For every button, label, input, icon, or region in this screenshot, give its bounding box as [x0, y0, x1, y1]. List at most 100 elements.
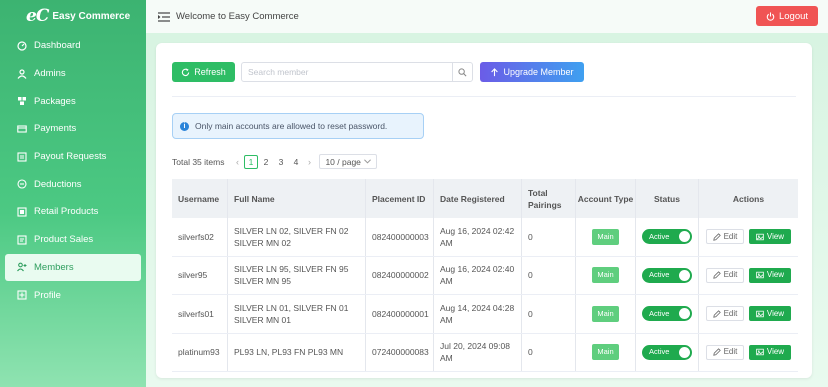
page-3[interactable]: 3 — [274, 155, 288, 169]
search-input[interactable] — [242, 63, 452, 81]
edit-icon — [712, 309, 721, 318]
next-page-icon[interactable]: › — [303, 157, 315, 167]
sidebar-item-deductions[interactable]: Deductions — [0, 170, 146, 198]
col-username: Username — [178, 193, 220, 204]
table-row: silverfs01 SILVER LN 01, SILVER FN 01 SI… — [172, 295, 798, 334]
view-icon — [756, 272, 764, 279]
col-status: Status — [635, 179, 698, 218]
edit-icon — [712, 232, 721, 241]
view-label: View — [766, 231, 785, 241]
edit-button[interactable]: Edit — [706, 267, 744, 283]
minus-circle-icon — [17, 179, 27, 189]
pagination: Total 35 items ‹ 1 2 3 4 › 10 / page — [172, 154, 378, 169]
refresh-label: Refresh — [194, 67, 226, 77]
retail-icon — [17, 207, 27, 217]
gauge-icon — [17, 41, 27, 51]
sales-icon — [17, 235, 27, 245]
cell-account-type: Main — [575, 256, 635, 294]
sidebar-item-product-sales[interactable]: Product Sales — [0, 226, 146, 254]
logout-button[interactable]: Logout — [756, 6, 818, 26]
edit-button[interactable]: Edit — [706, 306, 744, 322]
total-items: Total 35 items — [172, 156, 225, 167]
cell-actions: Edit View — [698, 295, 798, 333]
payment-card-icon — [17, 124, 27, 134]
view-button[interactable]: View — [749, 229, 791, 245]
status-label: Active — [649, 231, 670, 241]
view-icon — [756, 233, 764, 240]
search-box — [241, 62, 473, 82]
sidebar-item-payout-requests[interactable]: Payout Requests — [0, 143, 146, 171]
cell-full-name: SILVER LN 95, SILVER FN 95 SILVER MN 95 — [227, 256, 365, 294]
logout-label: Logout — [778, 10, 809, 22]
upgrade-member-button[interactable]: Upgrade Member — [480, 62, 584, 82]
brand-name: Easy Commerce — [52, 10, 131, 22]
cell-total-pairings: 0 — [521, 295, 575, 333]
page-size-select[interactable]: 10 / page — [319, 154, 378, 169]
cell-placement-id: 082400000002 — [365, 256, 433, 294]
cell-total-pairings: 0 — [521, 333, 575, 371]
status-label: Active — [649, 270, 670, 280]
sidebar-item-payments[interactable]: Payments — [0, 115, 146, 143]
sidebar-item-packages[interactable]: Packages — [0, 87, 146, 115]
menu-toggle-icon[interactable] — [158, 11, 170, 22]
toggle-knob — [679, 346, 690, 358]
cell-placement-id: 082400000001 — [365, 295, 433, 333]
cell-account-type: Main — [575, 295, 635, 333]
status-toggle[interactable]: Active — [642, 229, 692, 245]
refresh-button[interactable]: Refresh — [172, 62, 235, 82]
cell-full-name: SILVER LN 01, SILVER FN 01 SILVER MN 01 — [227, 295, 365, 333]
page-1[interactable]: 1 — [243, 154, 258, 169]
cell-status: Active — [635, 295, 698, 333]
view-label: View — [766, 270, 785, 280]
refresh-icon — [182, 67, 190, 76]
cell-total-pairings: 0 — [521, 218, 575, 256]
cell-actions: Edit View — [698, 218, 798, 256]
status-toggle[interactable]: Active — [642, 344, 692, 360]
welcome-text: Welcome to Easy Commerce — [176, 11, 299, 22]
members-table: Username Full Name Placement ID Date Reg… — [172, 179, 798, 372]
toggle-knob — [679, 308, 690, 320]
cell-account-type: Main — [575, 333, 635, 371]
edit-label: Edit — [723, 308, 738, 318]
view-button[interactable]: View — [749, 344, 791, 360]
page-2[interactable]: 2 — [259, 155, 273, 169]
user-icon — [17, 68, 27, 79]
search-button[interactable] — [452, 63, 472, 81]
cell-username: platinum93 — [178, 347, 220, 358]
upgrade-label: Upgrade Member — [503, 67, 574, 77]
packages-icon — [17, 96, 27, 106]
divider — [172, 96, 796, 97]
prev-page-icon[interactable]: ‹ — [231, 157, 243, 167]
sidebar-item-members[interactable]: Members — [5, 253, 141, 282]
members-card: Refresh Upgrade Member i Only main accou… — [156, 43, 812, 378]
edit-label: Edit — [723, 231, 738, 241]
logout-icon — [766, 11, 775, 21]
sidebar-item-profile[interactable]: Profile — [0, 281, 146, 309]
view-button[interactable]: View — [749, 306, 791, 322]
view-label: View — [766, 347, 785, 357]
page-size-value: 10 / page — [325, 156, 361, 167]
sidebar-item-label: Payments — [34, 123, 77, 135]
cell-actions: Edit View — [698, 256, 798, 294]
sidebar-item-admins[interactable]: Admins — [0, 60, 146, 88]
toggle-knob — [679, 231, 690, 243]
arrow-up-icon — [491, 67, 499, 76]
status-toggle[interactable]: Active — [642, 267, 692, 283]
sidebar-item-retail-products[interactable]: Retail Products — [0, 198, 146, 226]
info-alert: i Only main accounts are allowed to rese… — [172, 113, 424, 139]
cell-placement-id: 082400000003 — [365, 218, 433, 256]
view-button[interactable]: View — [749, 267, 791, 283]
page-4[interactable]: 4 — [289, 155, 303, 169]
status-toggle[interactable]: Active — [642, 306, 692, 322]
search-icon — [458, 67, 467, 76]
table-header: Username Full Name Placement ID Date Reg… — [172, 179, 798, 218]
chevron-down-icon — [364, 159, 372, 164]
col-placement-id: Placement ID — [365, 179, 433, 218]
cell-status: Active — [635, 256, 698, 294]
cell-full-name: SILVER LN 02, SILVER FN 02 SILVER MN 02 — [227, 218, 365, 256]
cell-date-registered: Aug 14, 2024 04:28 AM — [433, 295, 521, 333]
edit-button[interactable]: Edit — [706, 229, 744, 245]
edit-button[interactable]: Edit — [706, 344, 744, 360]
sidebar-item-dashboard[interactable]: Dashboard — [0, 32, 146, 60]
sidebar: eC Easy Commerce Dashboard Admins Packag… — [0, 0, 146, 387]
